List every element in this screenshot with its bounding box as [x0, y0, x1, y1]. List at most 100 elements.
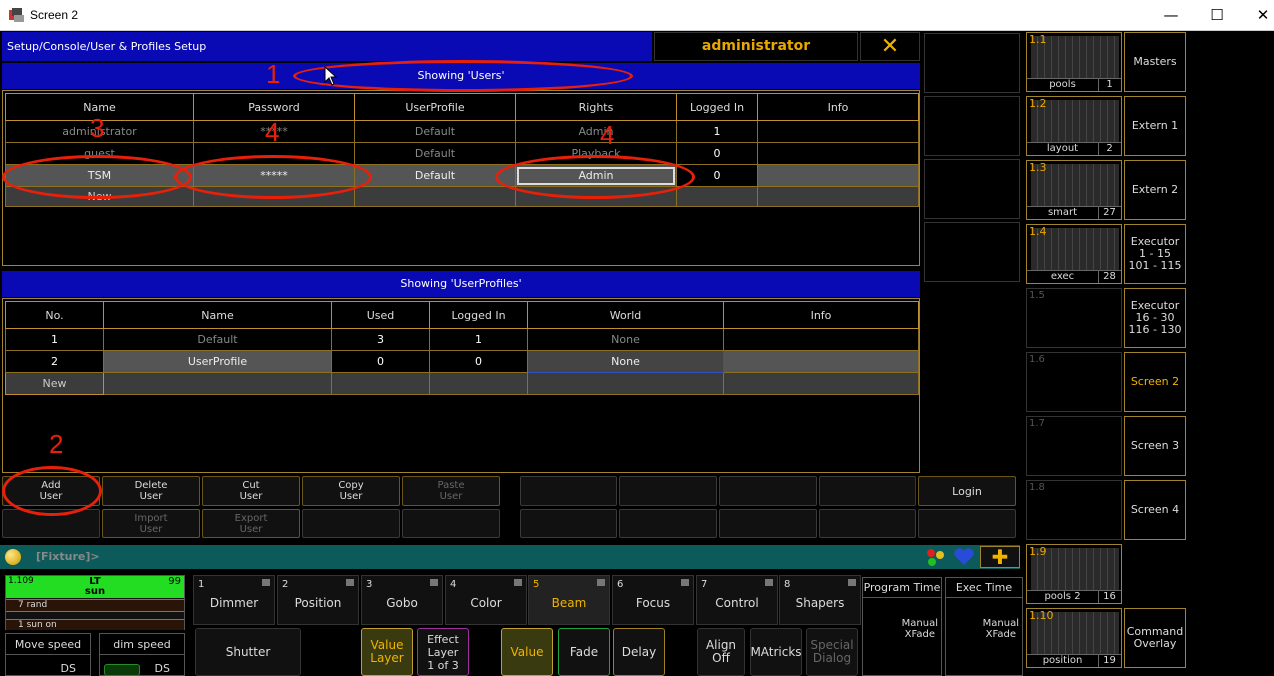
encoder-dimmer[interactable]: 1 Dimmer	[193, 575, 275, 625]
encoder-control[interactable]: 7 Control	[696, 575, 778, 625]
col-profile-name[interactable]: Name	[103, 301, 332, 329]
close-setup-button[interactable]: ✕	[860, 32, 920, 61]
user-info[interactable]	[757, 164, 919, 187]
view-button[interactable]: 1.9 pools 2 16	[1026, 544, 1122, 604]
encoder-position[interactable]: 2 Position	[277, 575, 359, 625]
user-name[interactable]: TSM	[5, 164, 194, 187]
table-row[interactable]: TSM ***** Default Admin 0	[5, 164, 919, 187]
delay-button[interactable]: Delay	[613, 628, 665, 676]
ball-icon[interactable]	[5, 549, 21, 565]
col-info[interactable]: Info	[757, 93, 919, 121]
user-info[interactable]	[757, 186, 919, 207]
col-no[interactable]: No.	[5, 301, 104, 329]
user-rights[interactable]: Admin	[517, 166, 675, 185]
add-user-button[interactable]: Add User	[2, 476, 100, 506]
table-row[interactable]: New	[5, 372, 919, 395]
move-speed-fader[interactable]: Move speed DS	[5, 633, 91, 676]
profile-name[interactable]: Default	[103, 328, 332, 351]
view-button[interactable]: 1.6	[1026, 352, 1122, 412]
screen-2[interactable]: Screen 2	[1124, 352, 1186, 412]
value-layer-button[interactable]: Value Layer	[361, 628, 413, 676]
plus-icon[interactable]: ✚	[980, 546, 1020, 568]
profile-used[interactable]	[331, 372, 430, 395]
command-line[interactable]: [Fixture]> ✚	[0, 545, 1020, 569]
value-button[interactable]: Value	[501, 628, 553, 676]
user-info[interactable]	[757, 120, 919, 143]
fade-button[interactable]: Fade	[558, 628, 610, 676]
user-name[interactable]: guest	[5, 142, 194, 165]
user-rights[interactable]: Playback	[515, 142, 677, 165]
view-button[interactable]: 1.2 layout 2	[1026, 96, 1122, 156]
col-profile-logged[interactable]: Logged In	[429, 301, 528, 329]
view-button[interactable]: 1.10 position 19	[1026, 608, 1122, 668]
new-profile-cell[interactable]: New	[5, 372, 104, 395]
profile-info[interactable]	[723, 372, 919, 395]
dim-speed-fader[interactable]: dim speed DS	[99, 633, 185, 676]
import-user-button[interactable]: Import User	[102, 509, 200, 538]
screen-extern-2[interactable]: Extern 2	[1124, 160, 1186, 220]
login-button[interactable]: Login	[918, 476, 1016, 506]
matricks-button[interactable]: MAtricks	[750, 628, 802, 676]
maximize-button[interactable]: ☐	[1194, 0, 1240, 31]
close-window-button[interactable]: ✕	[1240, 0, 1274, 31]
view-button[interactable]: 1.3 smart 27	[1026, 160, 1122, 220]
view-button[interactable]: 1.1 pools 1	[1026, 32, 1122, 92]
profile-name[interactable]: UserProfile	[103, 350, 332, 373]
heart-icon[interactable]	[952, 547, 976, 567]
user-info[interactable]	[757, 142, 919, 165]
col-userprofile[interactable]: UserProfile	[354, 93, 516, 121]
program-time-fader[interactable]: Program Time Manual XFade	[862, 577, 942, 676]
profile-name[interactable]	[103, 372, 332, 395]
user-profile[interactable]	[354, 186, 516, 207]
view-button[interactable]: 1.7	[1026, 416, 1122, 476]
user-logged[interactable]	[676, 186, 758, 207]
encoder-color[interactable]: 4 Color	[445, 575, 527, 625]
user-password[interactable]: *****	[193, 164, 355, 187]
profile-world[interactable]	[527, 372, 724, 395]
encoder-focus[interactable]: 6 Focus	[612, 575, 694, 625]
encoder-shapers[interactable]: 8 Shapers	[779, 575, 861, 625]
shutter-button[interactable]: Shutter	[195, 628, 301, 676]
color-dots-icon[interactable]	[924, 547, 948, 567]
profile-logged[interactable]	[429, 372, 528, 395]
col-used[interactable]: Used	[331, 301, 430, 329]
screen-4[interactable]: Screen 4	[1124, 480, 1186, 540]
col-logged-in[interactable]: Logged In	[676, 93, 758, 121]
delete-user-button[interactable]: Delete User	[102, 476, 200, 506]
screen-extern-1[interactable]: Extern 1	[1124, 96, 1186, 156]
view-button[interactable]: 1.5	[1026, 288, 1122, 348]
user-profile[interactable]: Default	[354, 142, 516, 165]
export-user-button[interactable]: Export User	[202, 509, 300, 538]
align-button[interactable]: Align Off	[697, 628, 745, 676]
exec-time-fader[interactable]: Exec Time Manual XFade	[945, 577, 1023, 676]
copy-user-button[interactable]: Copy User	[302, 476, 400, 506]
executor-fader[interactable]: 1.109 LT sun 99 7 rand 1 sun on	[5, 575, 185, 630]
screen-masters[interactable]: Masters	[1124, 32, 1186, 92]
special-dialog-button[interactable]: Special Dialog	[806, 628, 858, 676]
user-rights[interactable]	[515, 186, 677, 207]
table-row[interactable]: 1 Default 3 1 None	[5, 328, 919, 351]
view-button[interactable]: 1.4 exec 28	[1026, 224, 1122, 284]
view-button[interactable]: 1.8	[1026, 480, 1122, 540]
user-profile[interactable]: Default	[354, 164, 516, 187]
screen-3[interactable]: Screen 3	[1124, 416, 1186, 476]
empty-view[interactable]	[924, 33, 1020, 93]
empty-view[interactable]	[924, 96, 1020, 156]
table-row[interactable]: 2 UserProfile 0 0 None	[5, 350, 919, 373]
effect-layer-button[interactable]: Effect Layer 1 of 3	[417, 628, 469, 676]
empty-view[interactable]	[924, 159, 1020, 219]
encoder-beam[interactable]: 5 Beam	[528, 575, 610, 625]
col-world[interactable]: World	[527, 301, 724, 329]
screen-executor-2[interactable]: Executor 16 - 30 116 - 130	[1124, 288, 1186, 348]
paste-user-button[interactable]: Paste User	[402, 476, 500, 506]
screen-executor-1[interactable]: Executor 1 - 15 101 - 115	[1124, 224, 1186, 284]
user-password[interactable]	[193, 186, 355, 207]
profile-info[interactable]	[723, 350, 919, 373]
profile-info[interactable]	[723, 328, 919, 351]
profile-world[interactable]: None	[527, 328, 724, 351]
command-overlay-button[interactable]: Command Overlay	[1124, 608, 1186, 668]
col-profile-info[interactable]: Info	[723, 301, 919, 329]
table-row[interactable]: guest Default Playback 0	[5, 142, 919, 165]
minimize-button[interactable]: —	[1148, 0, 1194, 31]
user-rights[interactable]: Admin	[515, 120, 677, 143]
